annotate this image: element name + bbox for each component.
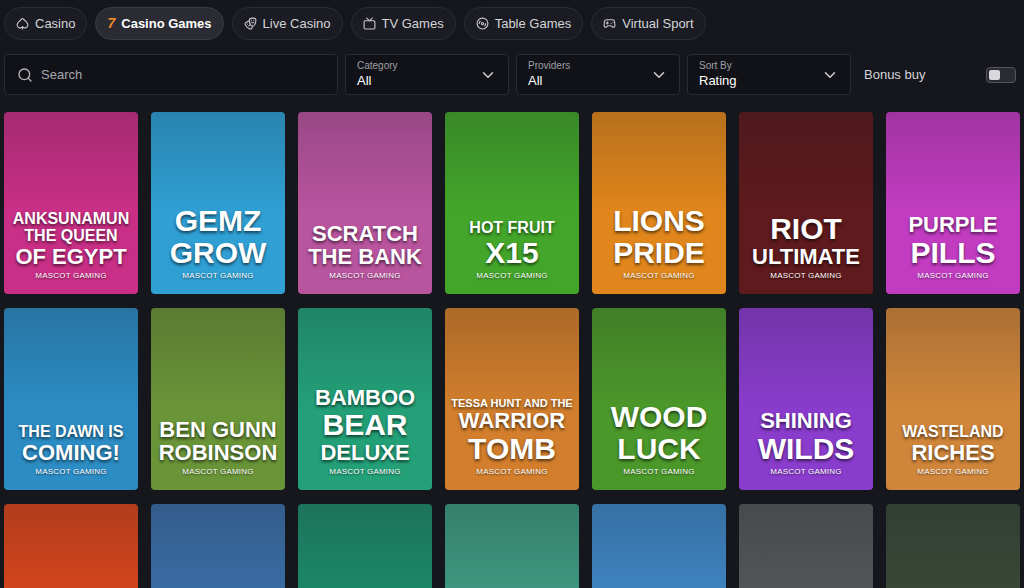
game-card[interactable]: BEN GUNNROBINSON MASCOT GAMING bbox=[151, 308, 285, 490]
game-provider: MASCOT GAMING bbox=[917, 270, 988, 282]
search-field[interactable]: Search bbox=[4, 54, 338, 95]
tab-icon bbox=[16, 17, 29, 30]
game-title: BAMBOOBEARDELUXE bbox=[301, 386, 429, 464]
game-title: LIONSPRIDE bbox=[595, 205, 723, 268]
category-tab[interactable]: 7Casino Games bbox=[95, 7, 223, 40]
game-card[interactable]: GEMZGROW MASCOT GAMING bbox=[151, 112, 285, 294]
game-card[interactable]: ANKSUNAMUNTHE QUEENOF EGYPT MASCOT GAMING bbox=[4, 112, 138, 294]
game-card[interactable]: BAMBOOBEARDELUXE MASCOT GAMING bbox=[298, 308, 432, 490]
game-card[interactable]: SHININGWILDS MASCOT GAMING bbox=[739, 308, 873, 490]
game-card[interactable]: SCRATCHTHE BANK MASCOT GAMING bbox=[298, 112, 432, 294]
filter-dropdown[interactable]: Sort ByRating bbox=[687, 54, 851, 95]
game-provider: MASCOT GAMING bbox=[917, 466, 988, 478]
game-card[interactable]: PURPLEPILLS MASCOT GAMING bbox=[886, 112, 1020, 294]
game-card[interactable] bbox=[298, 504, 432, 588]
chevron-icon bbox=[821, 66, 839, 84]
game-provider: MASCOT GAMING bbox=[476, 466, 547, 478]
game-title: WASTELANDRICHES bbox=[889, 424, 1017, 464]
bonus-buy: Bonus buy bbox=[864, 65, 1020, 85]
game-provider: MASCOT GAMING bbox=[35, 466, 106, 478]
chevron-icon bbox=[479, 66, 497, 84]
game-card[interactable] bbox=[739, 504, 873, 588]
game-card[interactable]: RIOTULTIMATE MASCOT GAMING bbox=[739, 112, 873, 294]
category-tab[interactable]: Virtual Sport bbox=[591, 7, 705, 40]
tab-icon bbox=[363, 17, 376, 30]
game-card[interactable] bbox=[886, 504, 1020, 588]
game-card[interactable]: WOODLUCK MASCOT GAMING bbox=[592, 308, 726, 490]
game-title: ANKSUNAMUNTHE QUEENOF EGYPT bbox=[7, 211, 135, 268]
casino-page: Casino7Casino Games Live CasinoTV GamesTa… bbox=[0, 0, 1024, 588]
game-title: SCRATCHTHE BANK bbox=[301, 222, 429, 268]
chevron-icon bbox=[650, 66, 668, 84]
category-tabs: Casino7Casino Games Live CasinoTV GamesTa… bbox=[0, 0, 1024, 40]
game-title: GEMZGROW bbox=[154, 205, 282, 268]
game-card[interactable]: WASTELANDRICHES MASCOT GAMING bbox=[886, 308, 1020, 490]
filter-dropdown[interactable]: ProvidersAll bbox=[516, 54, 680, 95]
seven-icon: 7 bbox=[107, 13, 115, 34]
game-provider: MASCOT GAMING bbox=[770, 466, 841, 478]
bonus-buy-toggle[interactable] bbox=[986, 67, 1016, 83]
game-provider: MASCOT GAMING bbox=[770, 270, 841, 282]
game-provider: MASCOT GAMING bbox=[182, 466, 253, 478]
game-title: PURPLEPILLS bbox=[889, 213, 1017, 268]
game-card[interactable]: TESSA HUNT AND THEWARRIORTOMB MASCOT GAMI… bbox=[445, 308, 579, 490]
games-grid: ANKSUNAMUNTHE QUEENOF EGYPT MASCOT GAMING… bbox=[0, 112, 1024, 588]
game-card[interactable] bbox=[445, 504, 579, 588]
filter-bar: SearchCategoryAllProvidersAllSort ByRati… bbox=[0, 54, 1024, 95]
category-tab[interactable]: Table Games bbox=[464, 7, 584, 40]
search-icon bbox=[17, 67, 33, 83]
game-card[interactable]: THE DAWN ISCOMING! MASCOT GAMING bbox=[4, 308, 138, 490]
game-provider: MASCOT GAMING bbox=[476, 270, 547, 282]
game-provider: MASCOT GAMING bbox=[35, 270, 106, 282]
game-title: BEN GUNNROBINSON bbox=[154, 418, 282, 464]
game-title: TESSA HUNT AND THEWARRIORTOMB bbox=[448, 398, 576, 464]
game-provider: MASCOT GAMING bbox=[329, 270, 400, 282]
tab-icon bbox=[476, 17, 489, 30]
game-title: SHININGWILDS bbox=[742, 409, 870, 464]
tab-icon bbox=[244, 17, 257, 30]
category-tab[interactable]: Live Casino bbox=[232, 7, 343, 40]
game-provider: MASCOT GAMING bbox=[623, 270, 694, 282]
game-card[interactable] bbox=[4, 504, 138, 588]
tab-icon bbox=[603, 17, 616, 30]
game-title: HOT FRUITX15 bbox=[448, 220, 576, 268]
game-title: WOODLUCK bbox=[595, 401, 723, 464]
game-card[interactable] bbox=[151, 504, 285, 588]
game-provider: MASCOT GAMING bbox=[182, 270, 253, 282]
game-title: RIOTULTIMATE bbox=[742, 213, 870, 268]
game-card[interactable]: HOT FRUITX15 MASCOT GAMING bbox=[445, 112, 579, 294]
game-provider: MASCOT GAMING bbox=[329, 466, 400, 478]
game-card[interactable]: LIONSPRIDE MASCOT GAMING bbox=[592, 112, 726, 294]
game-title: THE DAWN ISCOMING! bbox=[7, 424, 135, 464]
filter-dropdown[interactable]: CategoryAll bbox=[345, 54, 509, 95]
category-tab[interactable]: Casino bbox=[4, 7, 87, 40]
game-card[interactable] bbox=[592, 504, 726, 588]
game-provider: MASCOT GAMING bbox=[623, 466, 694, 478]
category-tab[interactable]: TV Games bbox=[351, 7, 456, 40]
